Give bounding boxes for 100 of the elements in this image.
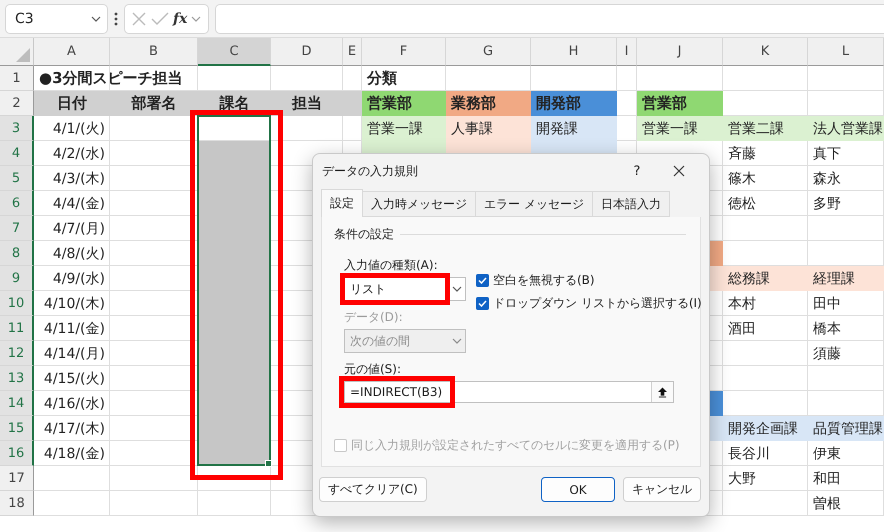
table-cell-text: 分類 xyxy=(366,68,398,89)
row-header[interactable]: 12 xyxy=(0,341,34,366)
table-cell: 営業二課 xyxy=(723,116,808,141)
dialog-tab[interactable]: エラー メッセージ xyxy=(475,191,593,217)
checkbox[interactable] xyxy=(476,274,489,287)
row-header[interactable]: 18 xyxy=(0,491,34,516)
table-cell-text: 酒田 xyxy=(727,320,757,338)
field-label: 元の値(S): xyxy=(344,361,402,378)
table-cell-text: 4/1/(火) xyxy=(52,120,106,138)
table-cell-text: 4/10/(木) xyxy=(42,294,106,314)
help-button[interactable]: ? xyxy=(617,164,657,178)
name-box[interactable]: C3 xyxy=(5,4,108,34)
arrow-up-icon xyxy=(658,386,667,398)
table-cell-text: 4/4/(金) xyxy=(52,194,106,214)
field-label: データ(D): xyxy=(344,309,404,326)
group-title: 条件の設定 xyxy=(334,226,394,243)
row-header[interactable]: 5 xyxy=(0,166,34,191)
row-header[interactable]: 10 xyxy=(0,291,34,316)
table-cell-text: 4/9/(水) xyxy=(52,270,106,288)
row-header[interactable]: 14 xyxy=(0,391,34,416)
column-header[interactable]: G xyxy=(446,38,531,66)
table-cell: 人事課 xyxy=(446,116,531,141)
column-header[interactable]: K xyxy=(723,38,808,66)
row-header[interactable]: 13 xyxy=(0,366,34,391)
chevron-down-icon xyxy=(452,338,462,344)
column-header[interactable]: J xyxy=(637,38,723,66)
table-cell-text: 4/14/(月) xyxy=(42,344,106,364)
checkbox-label: 同じ入力規則が設定されたすべてのセルに変更を適用する(P) xyxy=(351,437,680,454)
column-header[interactable]: H xyxy=(531,38,617,66)
checkbox-label: 空白を無視する(B) xyxy=(493,272,595,289)
row-header[interactable]: 9 xyxy=(0,266,34,291)
dialog-tab[interactable]: 設定 xyxy=(321,189,363,217)
row-header[interactable]: 4 xyxy=(0,141,34,166)
formula-field[interactable] xyxy=(215,4,884,34)
table-cell-text: 長谷川 xyxy=(727,444,771,464)
table-cell: 営業一課 xyxy=(637,116,723,141)
table-cell: 品質管理課 xyxy=(808,416,884,441)
dialog-button[interactable]: OK xyxy=(541,477,615,502)
table-cell: 法人営業課 xyxy=(808,116,884,141)
table-cell-text: 4/7/(月) xyxy=(52,220,106,238)
column-header[interactable]: E xyxy=(343,38,362,66)
insert-function-button[interactable]: fx xyxy=(173,10,188,26)
column-header[interactable]: F xyxy=(362,38,446,66)
row-header[interactable]: 3 xyxy=(0,116,34,141)
table-cell-text: 4/15/(火) xyxy=(42,370,106,388)
table-cell: 総務課 xyxy=(723,266,808,291)
column-header[interactable]: L xyxy=(808,38,884,66)
row-header[interactable]: 17 xyxy=(0,466,34,491)
row-header[interactable]: 16 xyxy=(0,441,34,466)
table-cell: 担当 xyxy=(271,91,343,116)
table-cell: 開発企画課 xyxy=(723,416,808,441)
field-label: 入力値の種類(A): xyxy=(344,257,439,274)
table-cell: 営業部 xyxy=(362,91,446,116)
table-cell-text: 須藤 xyxy=(812,344,842,364)
table-cell-text: 4/3/(木) xyxy=(52,170,106,188)
table-cell: 業務部 xyxy=(446,91,531,116)
table-cell-text: 4/8/(火) xyxy=(52,244,106,264)
table-cell: 日付 xyxy=(34,91,110,116)
more-options-icon[interactable] xyxy=(114,12,118,26)
column-header[interactable]: C xyxy=(198,38,271,66)
table-cell-text: 4/17/(木) xyxy=(42,420,106,438)
row-header[interactable]: 15 xyxy=(0,416,34,441)
table-cell-text: 4/18/(金) xyxy=(42,444,106,464)
table-cell-text: 和田 xyxy=(812,470,842,488)
table-cell-text: 本村 xyxy=(727,294,757,314)
row-header[interactable]: 7 xyxy=(0,216,34,241)
table-cell-text: 徳松 xyxy=(727,194,757,214)
column-header[interactable]: A xyxy=(34,38,110,66)
dialog-tab[interactable]: 日本語入力 xyxy=(592,191,670,217)
checkbox[interactable] xyxy=(476,297,489,310)
table-cell-text: 田中 xyxy=(812,294,842,314)
table-cell-text: 4/11/(金) xyxy=(42,320,106,338)
dialog-button[interactable]: すべてクリア(C) xyxy=(319,477,427,502)
dialog-title: データの入力規則 xyxy=(322,162,419,180)
table-cell-text: ●3分間スピーチ担当 xyxy=(38,68,184,89)
dialog-button[interactable]: キャンセル xyxy=(623,477,701,502)
fill-handle[interactable] xyxy=(265,460,272,467)
row-header[interactable]: 1 xyxy=(0,66,34,91)
table-cell: 部署名 xyxy=(110,91,198,116)
checkbox-label: ドロップダウン リストから選択する(I) xyxy=(493,295,702,312)
chevron-down-icon xyxy=(91,16,101,22)
row-header[interactable]: 6 xyxy=(0,191,34,216)
column-header[interactable]: B xyxy=(110,38,198,66)
table-cell-text: 橋本 xyxy=(812,320,842,338)
row-header[interactable]: 11 xyxy=(0,316,34,341)
table-cell: 営業一課 xyxy=(362,116,446,141)
checkmark-icon[interactable] xyxy=(151,12,169,26)
row-header[interactable]: 2 xyxy=(0,91,34,116)
chevron-down-icon xyxy=(452,286,462,292)
table-cell: 営業部 xyxy=(637,91,723,116)
column-header[interactable]: D xyxy=(271,38,343,66)
close-icon xyxy=(673,165,685,177)
table-cell: 経理課 xyxy=(808,266,884,291)
column-header[interactable]: I xyxy=(617,38,637,66)
collapse-button[interactable] xyxy=(651,382,673,402)
source-field[interactable]: =INDIRECT(B3) xyxy=(344,381,674,403)
row-header[interactable]: 8 xyxy=(0,241,34,266)
chevron-down-icon xyxy=(191,16,202,22)
dialog-tab[interactable]: 入力時メッセージ xyxy=(362,191,476,217)
table-cell-text: 伊東 xyxy=(812,444,842,464)
